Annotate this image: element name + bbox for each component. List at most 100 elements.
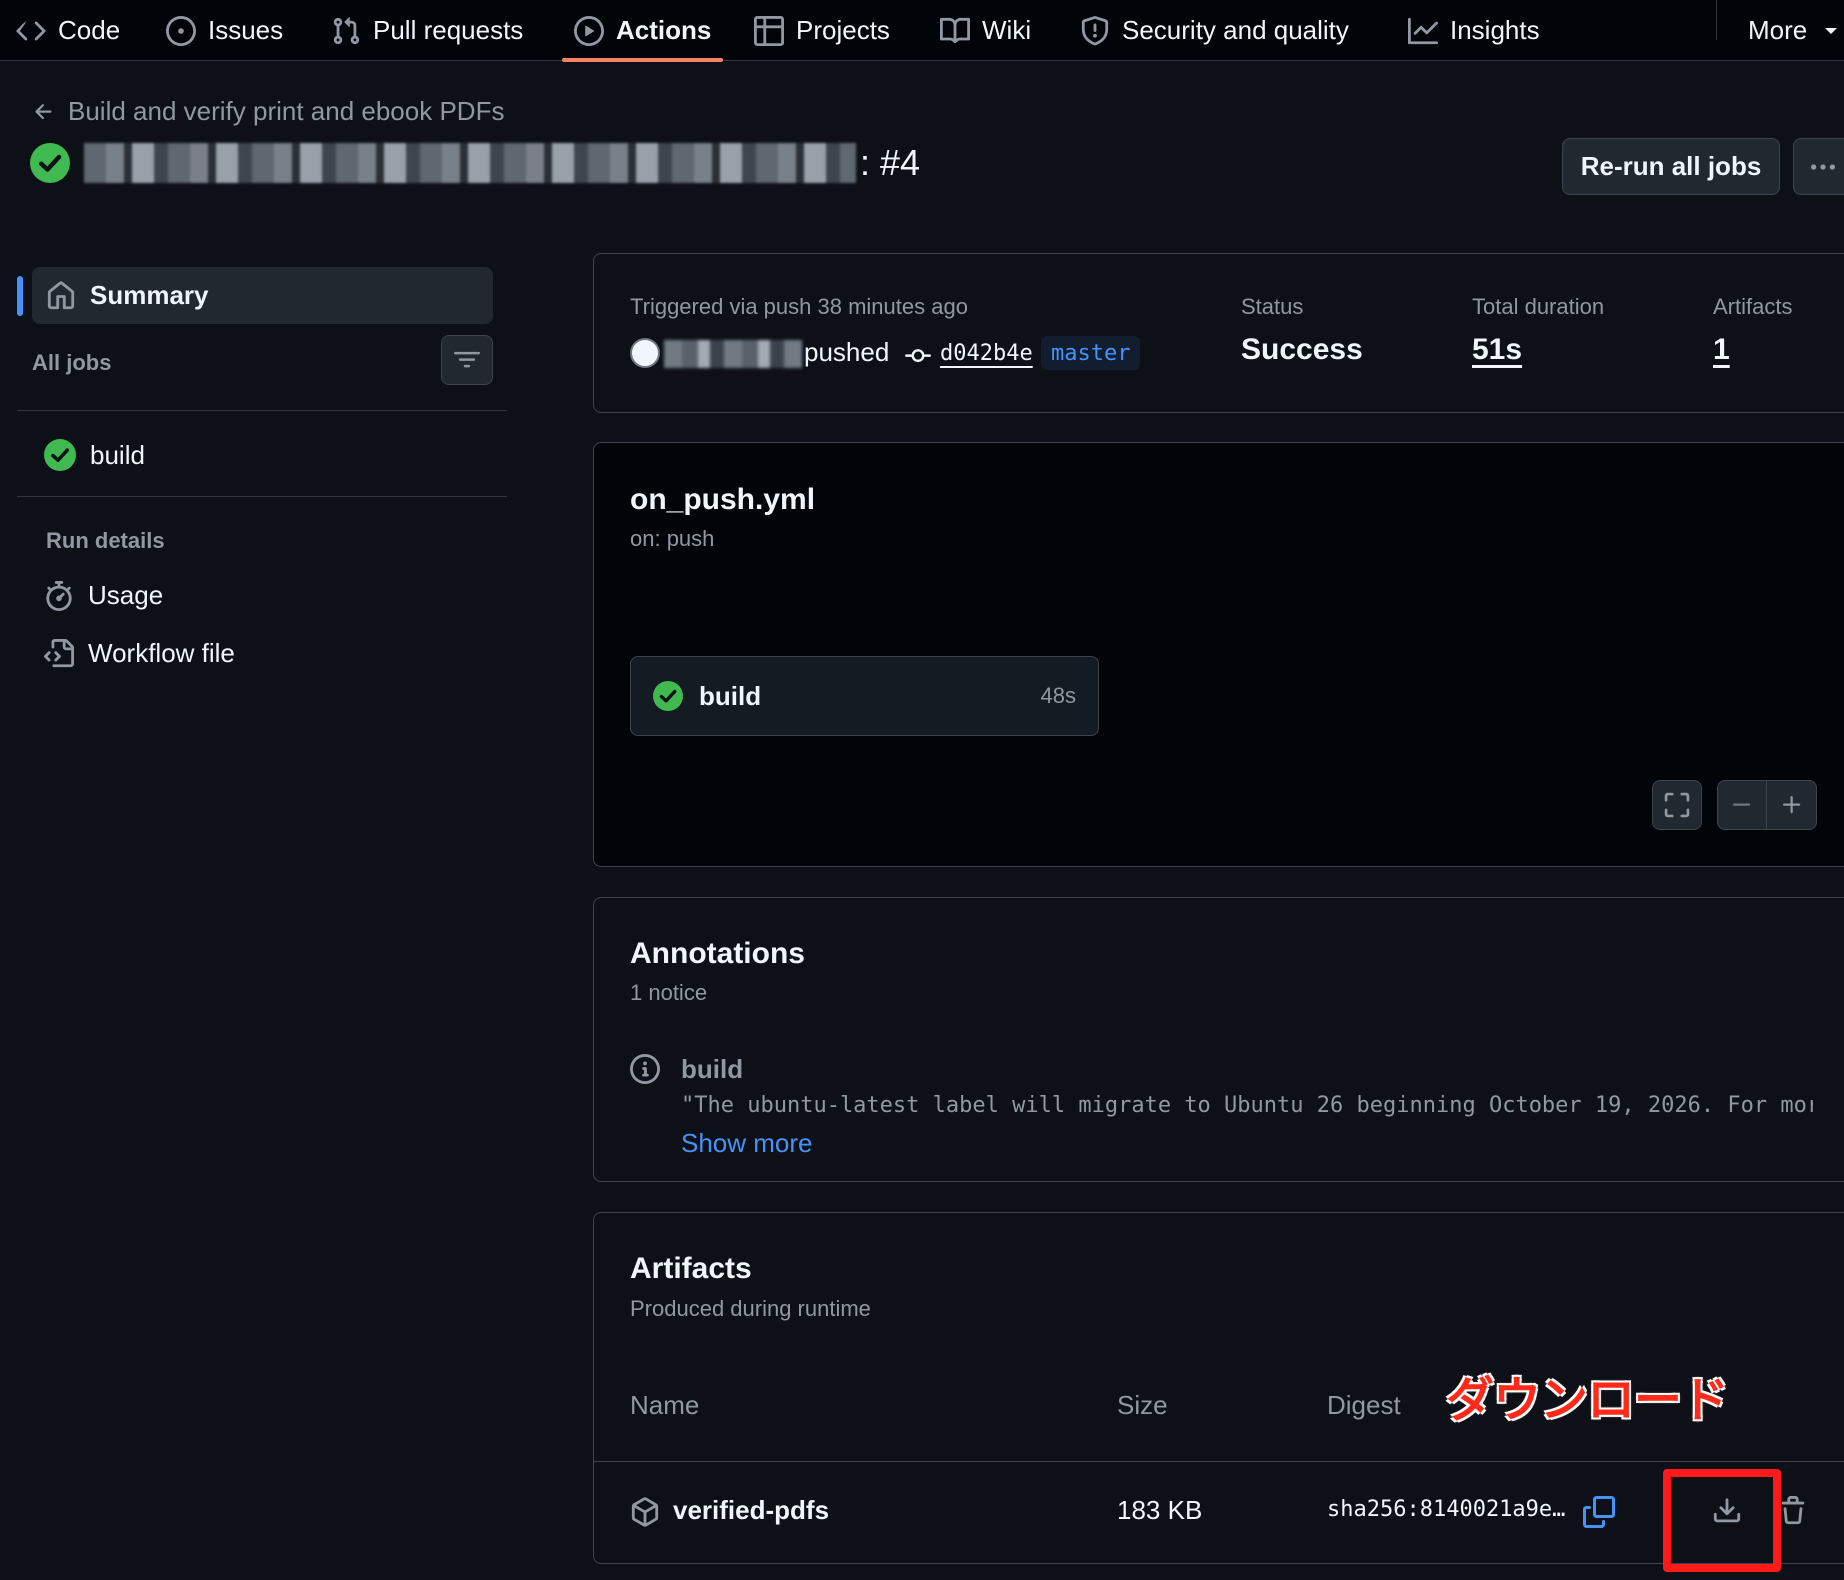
active-indicator <box>17 276 23 316</box>
tab-wiki[interactable]: Wiki <box>940 0 1031 61</box>
tab-more[interactable]: More <box>1748 0 1843 61</box>
filter-jobs-button[interactable] <box>441 335 493 385</box>
pushed-text: pushed <box>804 337 890 367</box>
rerun-all-jobs-button[interactable]: Re-run all jobs <box>1562 138 1780 195</box>
back-link-label: Build and verify print and ebook PDFs <box>68 96 505 126</box>
tab-insights[interactable]: Insights <box>1408 0 1540 61</box>
tab-code-label: Code <box>58 15 121 45</box>
annotations-title: Annotations <box>630 937 805 970</box>
sidebar-item-usage[interactable]: Usage <box>44 580 163 611</box>
job-label: build <box>90 439 145 470</box>
filter-icon <box>454 351 480 368</box>
chevron-down-icon <box>1825 27 1838 34</box>
sidebar-divider <box>17 496 507 497</box>
graph-icon <box>1408 17 1438 44</box>
artifact-digest: sha256:8140021a9e… <box>1327 1497 1566 1522</box>
tab-more-label: More <box>1748 15 1808 45</box>
file-code-icon <box>44 638 74 667</box>
workflow-file-label: Workflow file <box>88 638 235 668</box>
copy-icon[interactable] <box>1583 1496 1615 1528</box>
zoom-in-button[interactable] <box>1767 780 1816 830</box>
tab-issues-label: Issues <box>208 15 284 45</box>
trash-icon[interactable] <box>1778 1496 1808 1526</box>
back-to-workflow-link[interactable]: Build and verify print and ebook PDFs <box>32 96 504 127</box>
tab-actions-label: Actions <box>616 15 712 45</box>
avatar[interactable] <box>630 338 660 368</box>
check-circle-icon <box>653 681 683 711</box>
column-header-digest: Digest <box>1327 1390 1401 1420</box>
overlay-callout-text: ダウンロード <box>1446 1372 1729 1428</box>
dash-icon <box>1733 803 1751 806</box>
rerun-label: Re-run all jobs <box>1580 151 1762 181</box>
check-circle-icon <box>30 143 70 183</box>
zoom-controls <box>1717 780 1817 830</box>
repo-nav: Code Issues Pull requests Actions Projec… <box>0 0 1844 62</box>
job-card-duration: 48s <box>1040 683 1076 708</box>
sidebar-divider <box>17 410 507 411</box>
status-value: Success <box>1241 333 1363 366</box>
git-commit-icon <box>905 349 931 363</box>
column-header-name: Name <box>630 1390 700 1420</box>
tab-projects[interactable]: Projects <box>754 0 890 61</box>
commit-link[interactable]: d042b4e <box>940 341 1033 366</box>
more-options-button[interactable] <box>1793 138 1844 195</box>
tab-actions[interactable]: Actions <box>561 0 724 62</box>
nav-divider <box>1716 0 1717 40</box>
tab-wiki-label: Wiki <box>982 15 1032 45</box>
run-summary-panel <box>593 253 1844 413</box>
play-icon <box>574 15 604 46</box>
code-icon <box>16 21 46 40</box>
tab-security[interactable]: Security and quality <box>1080 0 1349 61</box>
artifacts-label: Artifacts <box>1713 294 1793 319</box>
artifacts-title: Artifacts <box>630 1252 752 1285</box>
tab-pull-requests-label: Pull requests <box>373 15 524 45</box>
run-number: : #4 <box>860 142 921 183</box>
usage-label: Usage <box>88 580 164 610</box>
shield-icon <box>1081 15 1109 45</box>
sidebar-item-summary[interactable]: Summary <box>32 267 493 324</box>
branch-label[interactable]: master <box>1041 336 1141 370</box>
tab-code[interactable]: Code <box>16 0 120 61</box>
stopwatch-icon <box>46 580 72 611</box>
fullscreen-button[interactable] <box>1652 780 1702 830</box>
sidebar-item-workflow-file[interactable]: Workflow file <box>44 638 235 669</box>
annotation-message: "The ubuntu-latest label will migrate to… <box>681 1093 1813 1118</box>
artifact-name-link[interactable]: verified-pdfs <box>673 1495 829 1526</box>
duration-link[interactable]: 51s <box>1472 333 1522 367</box>
workflow-trigger: on: push <box>630 526 715 551</box>
redacted-title <box>84 143 856 183</box>
all-jobs-heading: All jobs <box>32 350 112 375</box>
table-icon <box>754 15 784 46</box>
job-card-name: build <box>699 680 762 711</box>
duration-label: Total duration <box>1472 294 1605 319</box>
sidebar-job-build[interactable]: build <box>44 439 145 471</box>
table-divider <box>594 1461 1844 1462</box>
status-label: Status <box>1241 294 1304 319</box>
artifacts-count-link[interactable]: 1 <box>1713 333 1730 367</box>
screen-full-icon <box>1664 792 1690 818</box>
book-icon <box>940 17 970 43</box>
tab-pull-requests[interactable]: Pull requests <box>331 0 523 61</box>
run-title: : #4 <box>30 142 920 184</box>
annotation-job-name: build <box>681 1054 744 1084</box>
arrow-left-icon <box>35 103 52 119</box>
kebab-horizontal-icon <box>1811 163 1835 170</box>
trigger-text: Triggered via push 38 minutes ago <box>630 294 968 319</box>
package-icon <box>631 1497 659 1527</box>
show-more-link[interactable]: Show more <box>681 1128 813 1159</box>
run-details-heading: Run details <box>46 528 165 553</box>
overlay-highlight-box <box>1663 1469 1781 1572</box>
home-icon <box>47 281 75 309</box>
tab-insights-label: Insights <box>1450 15 1540 45</box>
redacted-username <box>664 340 802 368</box>
job-card-build[interactable]: build 48s <box>630 656 1099 736</box>
tab-issues[interactable]: Issues <box>166 0 283 61</box>
tab-security-label: Security and quality <box>1122 15 1349 45</box>
pull-request-icon <box>333 16 360 44</box>
annotations-count: 1 notice <box>630 980 708 1005</box>
tab-projects-label: Projects <box>796 15 890 45</box>
artifact-size: 183 KB <box>1117 1495 1203 1525</box>
zoom-out-button[interactable] <box>1718 780 1768 830</box>
column-header-size: Size <box>1117 1390 1168 1420</box>
issue-icon <box>166 15 196 46</box>
